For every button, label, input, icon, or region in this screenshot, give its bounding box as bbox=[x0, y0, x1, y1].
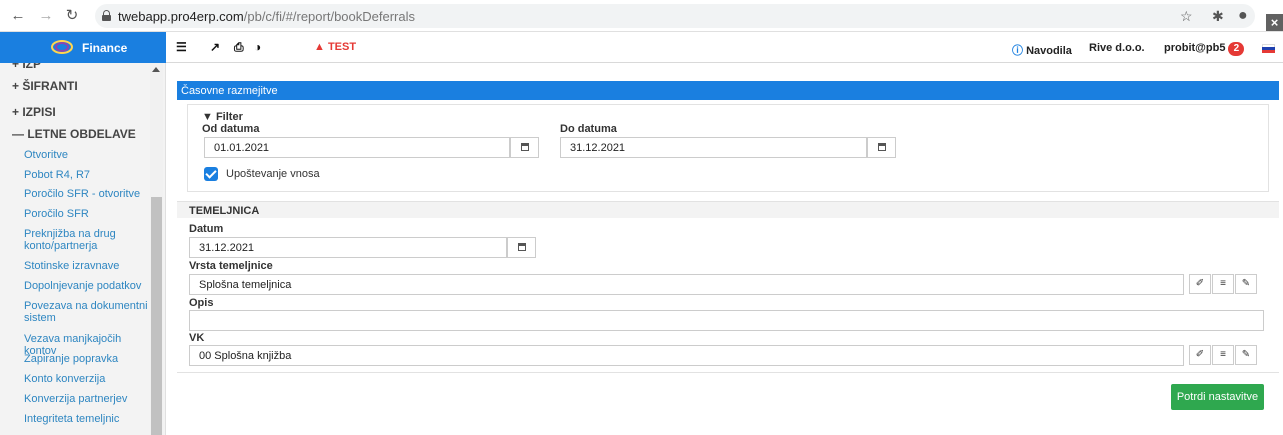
sidebar-item[interactable]: Konverzija partnerjev bbox=[24, 393, 149, 405]
vk-input[interactable]: 00 Splošna knjižba bbox=[189, 345, 1184, 366]
panel-title: Časovne razmejitve bbox=[177, 81, 1279, 100]
forward-arrow-icon[interactable]: → bbox=[36, 6, 56, 26]
sidebar-item[interactable]: Povezava na dokumentni sistem bbox=[24, 300, 149, 324]
company-selector[interactable]: Rive d.o.o. bbox=[1089, 42, 1145, 54]
confirm-settings-button[interactable]: Potrdi nastavitve bbox=[1171, 384, 1264, 410]
sidebar: + IZP + ŠIFRANTI + IZPISI — LETNE OBDELA… bbox=[0, 63, 166, 435]
contrast-icon[interactable]: ◑ bbox=[254, 40, 261, 54]
sidebar-item[interactable]: Poročilo SFR - otvoritve bbox=[24, 188, 149, 200]
calendar-icon bbox=[518, 243, 526, 251]
scroll-up-icon[interactable] bbox=[152, 67, 160, 72]
to-date-label: Do datuma bbox=[560, 123, 617, 135]
from-date-label: Od datuma bbox=[202, 123, 260, 135]
divider bbox=[177, 372, 1279, 373]
sidebar-item[interactable]: Preknjižba na drug konto/partnerja bbox=[24, 228, 149, 252]
filter-icon: ▼ bbox=[202, 111, 213, 123]
sidebar-section-partial[interactable]: + IZP bbox=[12, 63, 41, 71]
datum-input[interactable]: 31.12.2021 bbox=[189, 237, 507, 258]
external-link-icon[interactable]: ↗ bbox=[210, 40, 220, 54]
opis-label: Opis bbox=[189, 297, 214, 309]
filter-box: ▼ Filter Od datuma 01.01.2021 Do datuma … bbox=[187, 104, 1269, 192]
list-icon[interactable]: ≡ bbox=[1212, 345, 1234, 365]
brand-label: Finance bbox=[82, 41, 128, 55]
datum-calendar-button[interactable] bbox=[507, 237, 536, 258]
sidebar-section-izpisi[interactable]: + IZPISI bbox=[12, 105, 56, 119]
filter-label: ▼ Filter bbox=[202, 111, 243, 123]
warning-icon: ▲ bbox=[314, 41, 325, 53]
reload-icon[interactable]: ↻ bbox=[62, 6, 82, 26]
list-icon[interactable]: ≡ bbox=[1212, 274, 1234, 294]
vk-label: VK bbox=[189, 332, 205, 344]
back-arrow-icon[interactable]: ← bbox=[8, 6, 28, 26]
to-date-input[interactable]: 31.12.2021 bbox=[560, 137, 867, 158]
sidebar-section-sifranti[interactable]: + ŠIFRANTI bbox=[12, 79, 78, 93]
notification-badge: 2 bbox=[1228, 42, 1245, 56]
print-icon[interactable]: ⎙ bbox=[234, 40, 244, 54]
user-menu[interactable]: probit@pb5 2 bbox=[1164, 42, 1245, 56]
browser-toolbar: ← → ↻ twebapp.pro4erp.com/pb/c/fi/#/repo… bbox=[0, 0, 1283, 32]
sidebar-item[interactable]: Otvoritve bbox=[24, 149, 149, 161]
sidebar-item[interactable]: Dopolnjevanje podatkov bbox=[24, 280, 149, 292]
sidebar-item[interactable]: Integriteta temeljnic bbox=[24, 413, 149, 425]
sidebar-item[interactable]: Zapiranje popravka bbox=[24, 353, 149, 365]
temeljnica-section-header: TEMELJNICA bbox=[177, 201, 1279, 218]
sidebar-item[interactable]: Stotinske izravnave bbox=[24, 260, 149, 272]
sidebar-item[interactable]: Pobot R4, R7 bbox=[24, 169, 149, 181]
calendar-icon bbox=[878, 143, 886, 151]
lock-icon bbox=[102, 10, 111, 21]
clear-eraser-icon[interactable]: ✐ bbox=[1189, 274, 1211, 294]
from-date-input[interactable]: 01.01.2021 bbox=[204, 137, 510, 158]
menu-toggle-icon[interactable]: ☰ bbox=[176, 40, 187, 54]
sidebar-section-letne-obdelave[interactable]: — LETNE OBDELAVE bbox=[12, 127, 136, 141]
edit-pencil-icon[interactable]: ✎ bbox=[1235, 274, 1257, 294]
language-flag-icon[interactable] bbox=[1262, 44, 1275, 53]
include-entries-checkbox[interactable] bbox=[204, 167, 218, 181]
app-header: Finance ☰ ↗ ⎙ ◑ ▲ TEST ⓘ Navodila Rive d… bbox=[0, 32, 1283, 63]
help-link[interactable]: ⓘ Navodila bbox=[1012, 42, 1072, 58]
from-date-calendar-button[interactable] bbox=[510, 137, 539, 158]
vrsta-temeljnice-label: Vrsta temeljnice bbox=[189, 260, 273, 272]
main-content: Časovne razmejitve ▼ Filter Od datuma 01… bbox=[177, 81, 1279, 435]
clear-eraser-icon[interactable]: ✐ bbox=[1189, 345, 1211, 365]
test-environment-flag: ▲ TEST bbox=[314, 41, 357, 53]
opis-input[interactable] bbox=[189, 310, 1264, 331]
calendar-icon bbox=[521, 143, 529, 151]
info-icon: ⓘ bbox=[1012, 45, 1023, 57]
sidebar-item[interactable]: Poročilo SFR bbox=[24, 208, 149, 220]
profile-icon[interactable]: ● bbox=[1238, 6, 1248, 26]
extensions-icon[interactable]: ✱ bbox=[1212, 6, 1224, 26]
brand[interactable]: Finance bbox=[0, 32, 166, 63]
close-icon[interactable]: × bbox=[1266, 14, 1283, 31]
edit-pencil-icon[interactable]: ✎ bbox=[1235, 345, 1257, 365]
finance-logo-icon bbox=[51, 40, 73, 54]
url-text[interactable]: twebapp.pro4erp.com/pb/c/fi/#/report/boo… bbox=[118, 9, 415, 24]
sidebar-scroll-thumb[interactable] bbox=[151, 197, 162, 435]
datum-label: Datum bbox=[189, 223, 224, 235]
sidebar-item[interactable]: Konto konverzija bbox=[24, 373, 149, 385]
star-icon[interactable]: ☆ bbox=[1180, 6, 1193, 26]
include-entries-label: Upoštevanje vnosa bbox=[226, 168, 320, 180]
to-date-calendar-button[interactable] bbox=[867, 137, 896, 158]
vrsta-temeljnice-input[interactable]: Splošna temeljnica bbox=[189, 274, 1184, 295]
